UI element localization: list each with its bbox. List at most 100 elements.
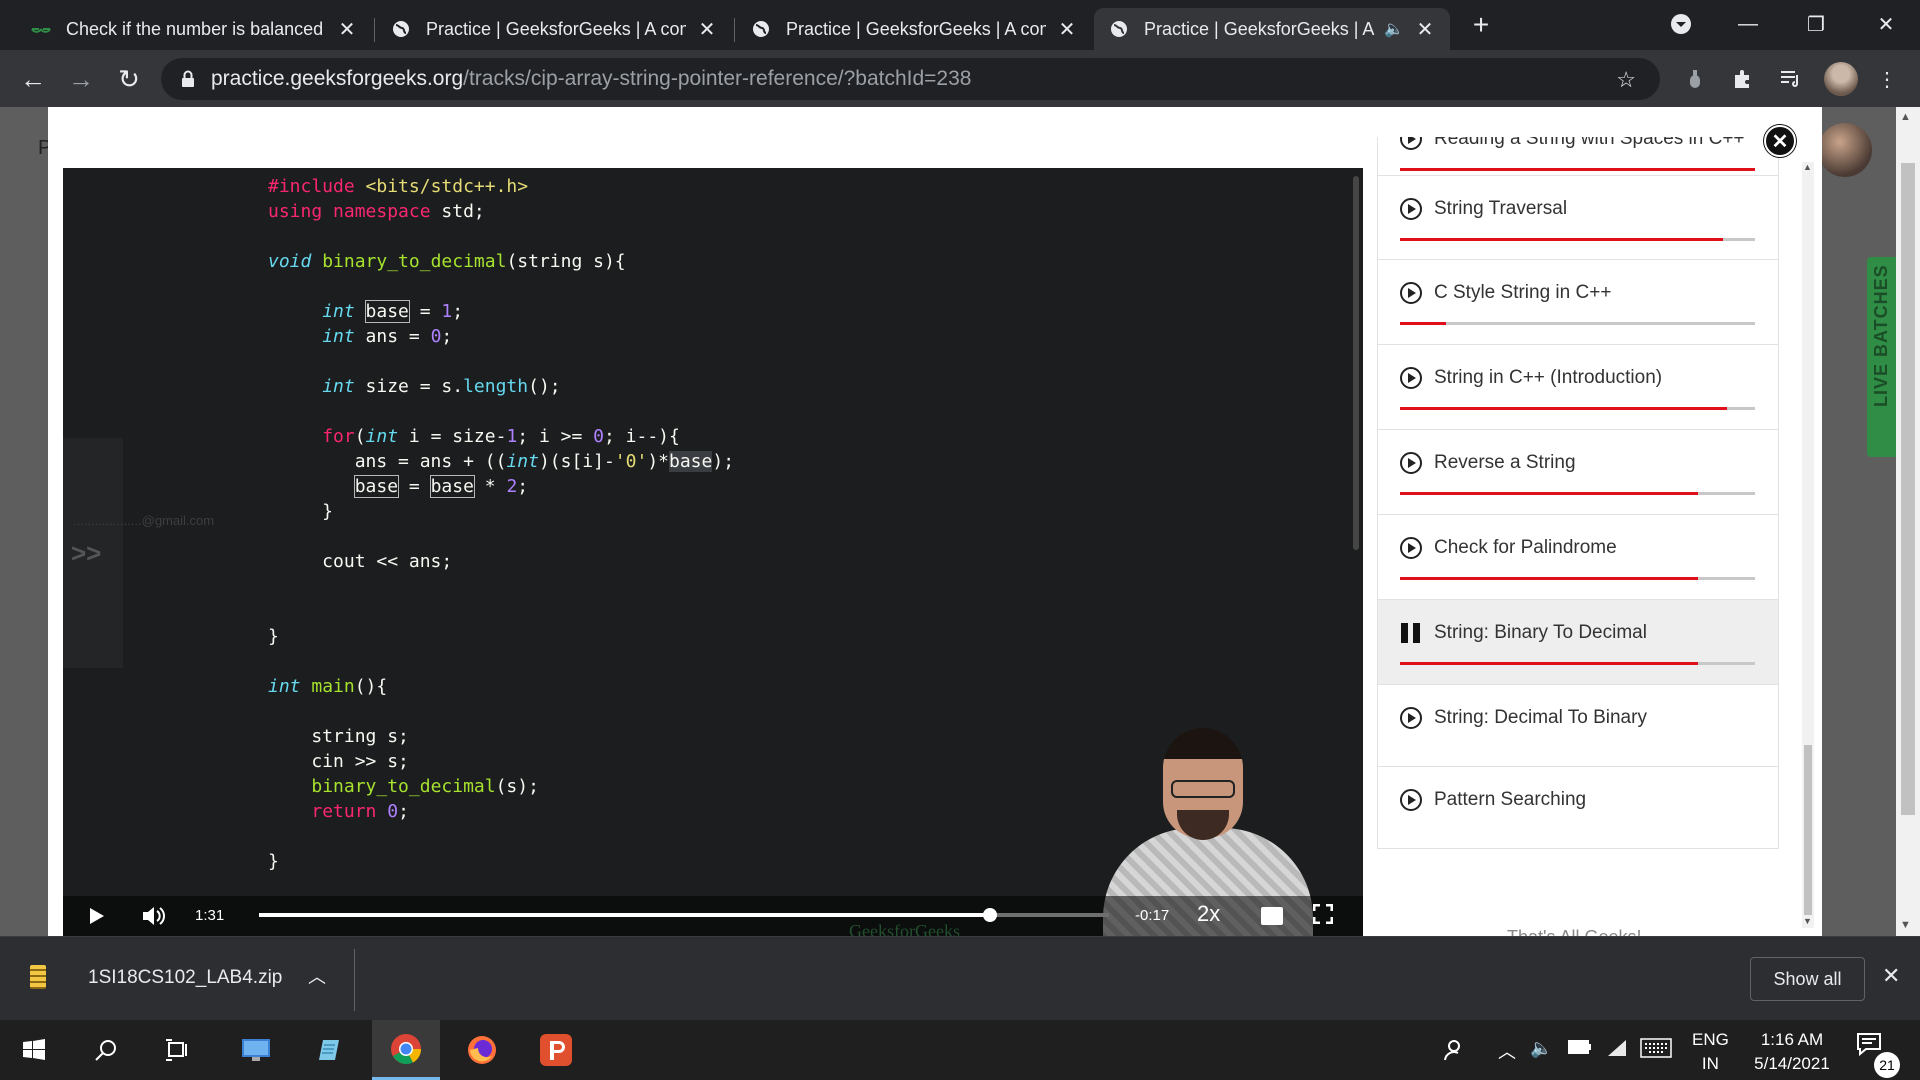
playlist-item[interactable]: String Traversal xyxy=(1377,175,1779,261)
task-view-icon[interactable] xyxy=(144,1020,212,1080)
play-circle-icon xyxy=(1400,789,1422,811)
desktop-app-icon[interactable] xyxy=(222,1020,290,1080)
code-frame: #include <bits/stdc++.h> using namespace… xyxy=(268,176,735,872)
volume-icon[interactable] xyxy=(139,904,169,928)
scroll-down-icon[interactable]: ▼ xyxy=(1900,919,1911,931)
firefox-app-icon[interactable] xyxy=(448,1020,516,1080)
extensions-puzzle-icon[interactable] xyxy=(1728,64,1758,94)
language-indicator[interactable]: ENG IN xyxy=(1692,1028,1729,1076)
chrome-app-icon[interactable] xyxy=(372,1020,440,1080)
lock-icon xyxy=(182,70,194,87)
globe-icon xyxy=(750,18,772,40)
notification-count-badge: 21 xyxy=(1874,1052,1900,1078)
video-player[interactable]: ...................@gmail.com >> #includ… xyxy=(63,168,1363,936)
progress-fill xyxy=(1400,322,1447,325)
tab-close-icon[interactable]: ✕ xyxy=(696,18,718,41)
playback-speed-button[interactable]: 2x xyxy=(1197,901,1220,927)
play-circle-icon xyxy=(1400,707,1422,729)
show-all-button[interactable]: Show all xyxy=(1750,957,1865,1001)
user-avatar[interactable] xyxy=(1818,123,1872,177)
playlist-item[interactable]: Check for Palindrome xyxy=(1377,514,1779,600)
hd-quality-icon[interactable]: HD xyxy=(1261,907,1283,925)
wifi-icon[interactable] xyxy=(1606,1038,1628,1063)
speaker-icon[interactable]: 🔈 xyxy=(1384,19,1404,39)
playlist-item[interactable]: String: Decimal To Binary xyxy=(1377,684,1779,767)
tab-close-icon[interactable]: ✕ xyxy=(1056,18,1078,41)
battery-icon[interactable] xyxy=(1568,1038,1592,1059)
tab-close-icon[interactable]: ✕ xyxy=(336,18,358,41)
back-icon[interactable]: ← xyxy=(16,62,50,96)
video-watermark: ...................@gmail.com xyxy=(73,513,215,528)
playlist-item-progress xyxy=(1400,322,1755,325)
pause-icon xyxy=(1400,622,1422,644)
playlist-item-title: String: Binary To Decimal xyxy=(1434,622,1647,643)
clock[interactable]: 1:16 AM 5/14/2021 xyxy=(1742,1028,1842,1076)
video-modal: ...................@gmail.com >> #includ… xyxy=(48,107,1822,936)
tab-4-active[interactable]: Practice | GeeksforGeeks | A c 🔈 ✕ xyxy=(1094,8,1450,50)
menu-kebab-icon[interactable]: ⋮ xyxy=(1872,64,1902,94)
play-circle-icon xyxy=(1400,452,1422,474)
tab-3[interactable]: Practice | GeeksforGeeks | A com ✕ xyxy=(736,8,1092,50)
minimize-icon[interactable]: — xyxy=(1728,6,1768,42)
page-scrollbar[interactable]: ▲ ▼ xyxy=(1896,107,1920,936)
scroll-down-icon[interactable]: ▼ xyxy=(1803,916,1812,926)
page-content: P LIVE BATCHES ▲ ▼ ...................@g… xyxy=(0,107,1920,936)
notepad-app-icon[interactable] xyxy=(296,1020,364,1080)
media-control-icon[interactable] xyxy=(1776,64,1806,94)
progress-fill xyxy=(1400,577,1699,580)
tab-search-icon[interactable] xyxy=(1661,6,1701,42)
side-arrow-icon: >> xyxy=(71,538,102,568)
modal-close-icon[interactable]: ✕ xyxy=(1764,125,1796,157)
chevron-up-icon[interactable]: ︿ xyxy=(1498,1038,1516,1064)
scroll-up-icon[interactable]: ▲ xyxy=(1900,111,1911,123)
playlist-scrollbar[interactable]: ▲ ▼ xyxy=(1802,162,1814,928)
playlist-item[interactable]: Pattern Searching xyxy=(1377,766,1779,849)
playlist-item[interactable]: C Style String in C++ xyxy=(1377,259,1779,345)
playlist-item[interactable]: String in C++ (Introduction) xyxy=(1377,344,1779,430)
search-icon[interactable] xyxy=(72,1020,140,1080)
volume-tray-icon[interactable]: 🔈 xyxy=(1530,1038,1552,1059)
fullscreen-icon[interactable] xyxy=(1313,904,1333,924)
scroll-up-icon[interactable]: ▲ xyxy=(1803,162,1812,172)
playlist-item-title: Reading a String with Spaces in C++ xyxy=(1434,137,1745,149)
video-controls: 1:31 GeeksforGeeks -0:17 2x HD xyxy=(63,896,1363,936)
profile-avatar[interactable] xyxy=(1824,62,1858,96)
play-icon[interactable] xyxy=(83,904,111,928)
playlist-item[interactable]: Reverse a String xyxy=(1377,429,1779,515)
tab-2[interactable]: Practice | GeeksforGeeks | A com ✕ xyxy=(376,8,732,50)
zip-file-icon xyxy=(30,965,46,989)
playlist-item-progress xyxy=(1400,577,1755,580)
playlist-end-text: That's All Geeks! xyxy=(1507,927,1642,936)
people-icon[interactable] xyxy=(1442,1038,1466,1067)
extension-icon[interactable] xyxy=(1680,64,1710,94)
tab-close-icon[interactable]: ✕ xyxy=(1414,18,1436,41)
tab-1[interactable]: Check if the number is balanced ✕ xyxy=(16,8,372,50)
keyboard-icon[interactable] xyxy=(1640,1038,1672,1063)
playlist-item[interactable]: String: Binary To Decimal xyxy=(1377,599,1779,685)
scrollbar-thumb[interactable] xyxy=(1901,163,1915,815)
playlist-item-progress xyxy=(1400,407,1755,410)
chevron-up-icon[interactable]: ︿ xyxy=(308,963,326,989)
download-file-name[interactable]: 1SI18CS102_LAB4.zip xyxy=(88,967,282,989)
forward-icon[interactable]: → xyxy=(64,62,98,96)
windows-start-icon[interactable] xyxy=(0,1020,68,1080)
progress-scrubber[interactable] xyxy=(983,908,997,922)
globe-icon xyxy=(1108,18,1130,40)
video-progress-bar[interactable]: GeeksforGeeks xyxy=(259,908,1109,936)
playlist-item-title: String: Decimal To Binary xyxy=(1434,707,1647,728)
scrollbar-thumb[interactable] xyxy=(1804,745,1812,915)
new-tab-button[interactable]: + xyxy=(1466,9,1496,40)
bookmark-star-icon[interactable]: ☆ xyxy=(1616,67,1636,93)
playlist-item-progress xyxy=(1400,662,1755,665)
reload-icon[interactable]: ↻ xyxy=(112,62,146,96)
progress-fill xyxy=(1400,662,1699,665)
psiphon-app-icon[interactable] xyxy=(522,1020,590,1080)
play-circle-icon xyxy=(1400,137,1422,150)
window-close-icon[interactable]: ✕ xyxy=(1866,6,1906,42)
shelf-close-icon[interactable]: ✕ xyxy=(1882,963,1900,989)
address-bar[interactable]: practice.geeksforgeeks.org/tracks/cip-ar… xyxy=(161,58,1660,100)
geeksforgeeks-icon xyxy=(30,18,52,40)
playlist-item-title: Reverse a String xyxy=(1434,452,1576,473)
restore-icon[interactable]: ❐ xyxy=(1796,6,1836,42)
progress-fill xyxy=(1400,492,1699,495)
